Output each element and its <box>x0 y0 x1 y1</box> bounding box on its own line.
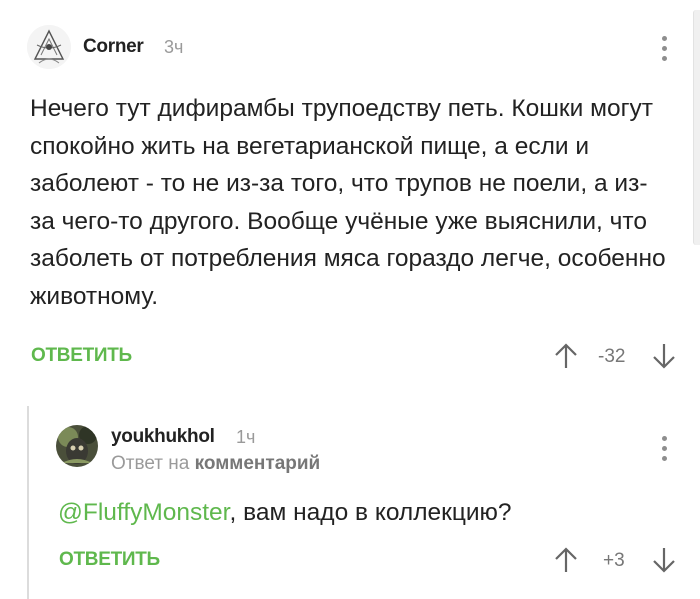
comment-text: Нечего тут дифирамбы трупоедству петь. К… <box>30 95 666 310</box>
avatar-image <box>56 425 98 467</box>
avatar-image <box>27 25 71 69</box>
avatar[interactable] <box>56 425 98 467</box>
arrow-up-icon[interactable] <box>553 546 579 579</box>
comment-text-body: , вам надо в коллекцию? <box>229 499 512 526</box>
kebab-menu-icon[interactable] <box>657 436 671 461</box>
avatar[interactable] <box>27 25 71 69</box>
rating-value: +3 <box>603 550 625 571</box>
comment-author[interactable]: Corner <box>83 36 144 58</box>
arrow-up-icon[interactable] <box>553 342 579 375</box>
reply-to: Ответ на комментарий <box>111 453 320 475</box>
comment-time: 3ч <box>164 37 184 57</box>
arrow-down-icon[interactable] <box>651 546 677 579</box>
kebab-menu-icon[interactable] <box>657 36 671 61</box>
user-mention[interactable]: @FluffyMonster <box>58 499 229 526</box>
thread-line <box>27 406 29 599</box>
reply-to-link[interactable]: комментарий <box>195 453 321 474</box>
reply-button[interactable]: ОТВЕТИТЬ <box>59 549 160 571</box>
comment-time: 1ч <box>236 427 256 447</box>
reply-to-prefix: Ответ на <box>111 453 190 474</box>
scrollbar[interactable] <box>693 10 700 245</box>
comment-text: @FluffyMonster, вам надо в коллекцию? <box>58 494 658 532</box>
arrow-down-icon[interactable] <box>651 342 677 375</box>
comment-author[interactable]: youkhukhol <box>111 426 215 448</box>
reply-button[interactable]: ОТВЕТИТЬ <box>31 345 132 367</box>
rating-value: -32 <box>598 346 626 367</box>
